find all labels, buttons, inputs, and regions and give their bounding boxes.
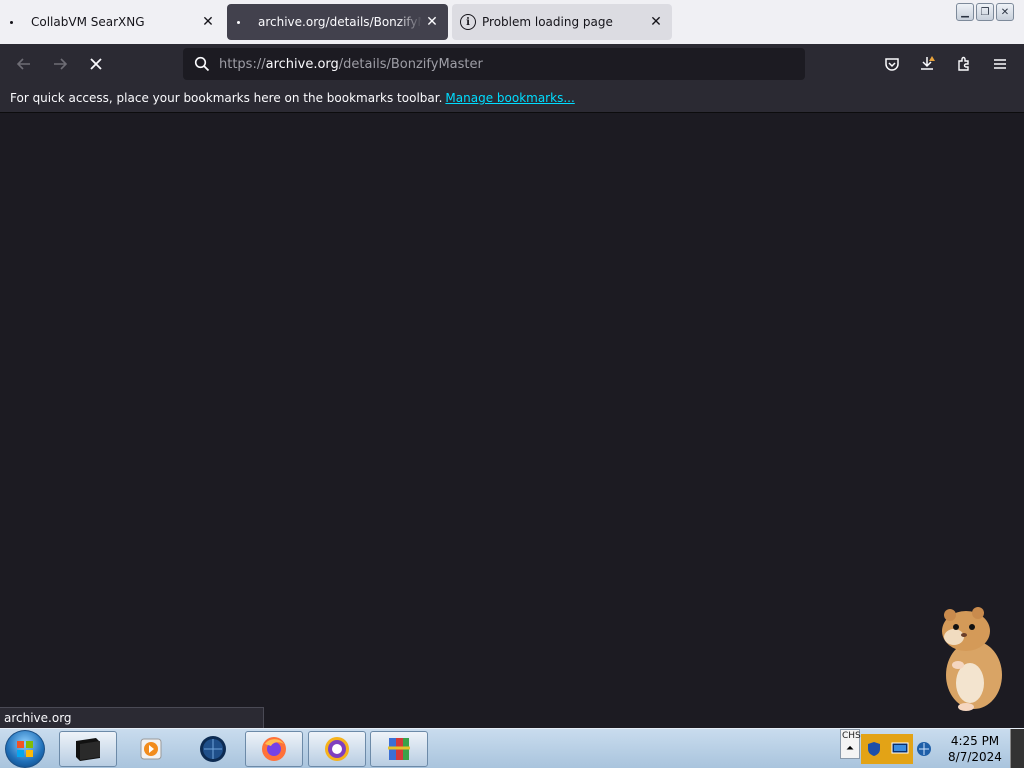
tab-problem-loading[interactable]: i Problem loading page ✕ (452, 4, 672, 40)
puzzle-icon (958, 56, 969, 71)
tab-archive-org[interactable]: archive.org/details/BonzifyMaster ✕ (227, 4, 448, 40)
extensions-button[interactable] (950, 50, 978, 78)
navigation-toolbar: https://archive.org/details/BonzifyMaste… (0, 44, 1024, 84)
close-window-button[interactable]: ✕ (996, 3, 1014, 21)
tab-collabvm-searxng[interactable]: CollabVM SearXNG ✕ (0, 4, 224, 40)
system-clock[interactable]: 4:25 PM 8/7/2024 (938, 733, 1012, 765)
window-controls: ▁ ❐ ✕ (956, 3, 1014, 21)
stop-icon (90, 58, 102, 70)
system-tray: CHS ⏶ 4:25 PM 8/7/2024 (840, 729, 1024, 768)
winrar-icon (388, 738, 410, 760)
bookmarks-toolbar: For quick access, place your bookmarks h… (0, 84, 1024, 113)
screen: CollabVM SearXNG ✕ archive.org/details/B… (0, 0, 1024, 768)
url-path: /details/BonzifyMaster (338, 56, 483, 72)
vpn-app-icon (325, 737, 349, 761)
show-desktop-button[interactable] (1010, 729, 1024, 768)
volume-globe-icon[interactable] (916, 741, 932, 757)
globe-app-icon (200, 736, 226, 762)
downloads-button[interactable] (914, 50, 942, 78)
start-button[interactable] (5, 730, 45, 768)
forward-button[interactable] (46, 50, 74, 78)
tab-close-button[interactable]: ✕ (646, 12, 666, 32)
taskbar-globe-app[interactable] (184, 731, 242, 767)
taskbar-firefox[interactable] (245, 731, 303, 767)
tab-label: CollabVM SearXNG (31, 15, 145, 29)
tab-close-button[interactable]: ✕ (422, 12, 442, 32)
shield-icon[interactable] (866, 741, 882, 757)
tab-close-button[interactable]: ✕ (198, 12, 218, 32)
taskbar-media-player[interactable] (122, 731, 180, 767)
hamburger-menu-icon (994, 59, 1006, 69)
taskbar: CHS ⏶ 4:25 PM 8/7/2024 (0, 728, 1024, 768)
back-button[interactable] (10, 50, 38, 78)
page-content (0, 113, 1024, 728)
arrow-right-icon (54, 58, 68, 70)
address-bar[interactable]: https://archive.org/details/BonzifyMaste… (183, 48, 805, 80)
pocket-icon (885, 58, 899, 71)
manage-bookmarks-link[interactable]: Manage bookmarks... (445, 91, 574, 105)
url-host: archive.org (265, 56, 339, 72)
url-scheme: https:// (219, 56, 266, 72)
taskbar-winrar[interactable] (370, 731, 428, 767)
app-menu-button[interactable] (986, 50, 1014, 78)
info-icon: i (460, 14, 476, 30)
arrow-left-icon (16, 58, 30, 70)
chevron-up-icon: ⏶ (846, 743, 854, 754)
tab-label: Problem loading page (482, 15, 613, 29)
hamster-pet-icon[interactable] (932, 603, 1012, 713)
clock-time: 4:25 PM (950, 734, 1000, 748)
dot-icon (10, 20, 13, 24)
tab-strip: CollabVM SearXNG ✕ archive.org/details/B… (0, 0, 1024, 44)
minimize-button[interactable]: ▁ (956, 3, 974, 21)
stop-loading-button[interactable] (82, 50, 110, 78)
media-player-icon (140, 738, 162, 760)
firefox-icon (262, 737, 286, 761)
language-indicator[interactable]: CHS (842, 731, 861, 741)
taskbar-terminal-app[interactable] (59, 731, 117, 767)
dot-icon (237, 20, 240, 24)
download-icon (921, 56, 935, 70)
terminal-app-icon (76, 738, 100, 761)
show-hidden-icons-button[interactable]: CHS ⏶ (840, 729, 861, 759)
status-panel: archive.org (0, 707, 264, 728)
url-text[interactable]: https://archive.org/details/BonzifyMaste… (219, 57, 483, 72)
bookmarks-message: For quick access, place your bookmarks h… (10, 91, 443, 105)
restore-button[interactable]: ❐ (976, 3, 994, 21)
search-icon (187, 56, 217, 72)
clock-date: 8/7/2024 (948, 750, 1002, 764)
network-icon[interactable] (891, 742, 909, 756)
taskbar-vpn-app[interactable] (308, 731, 366, 767)
tab-label: archive.org/details/BonzifyMaster (258, 15, 422, 29)
tray-icons (861, 734, 913, 764)
pocket-button[interactable] (878, 50, 906, 78)
windows-logo-icon (17, 741, 33, 757)
